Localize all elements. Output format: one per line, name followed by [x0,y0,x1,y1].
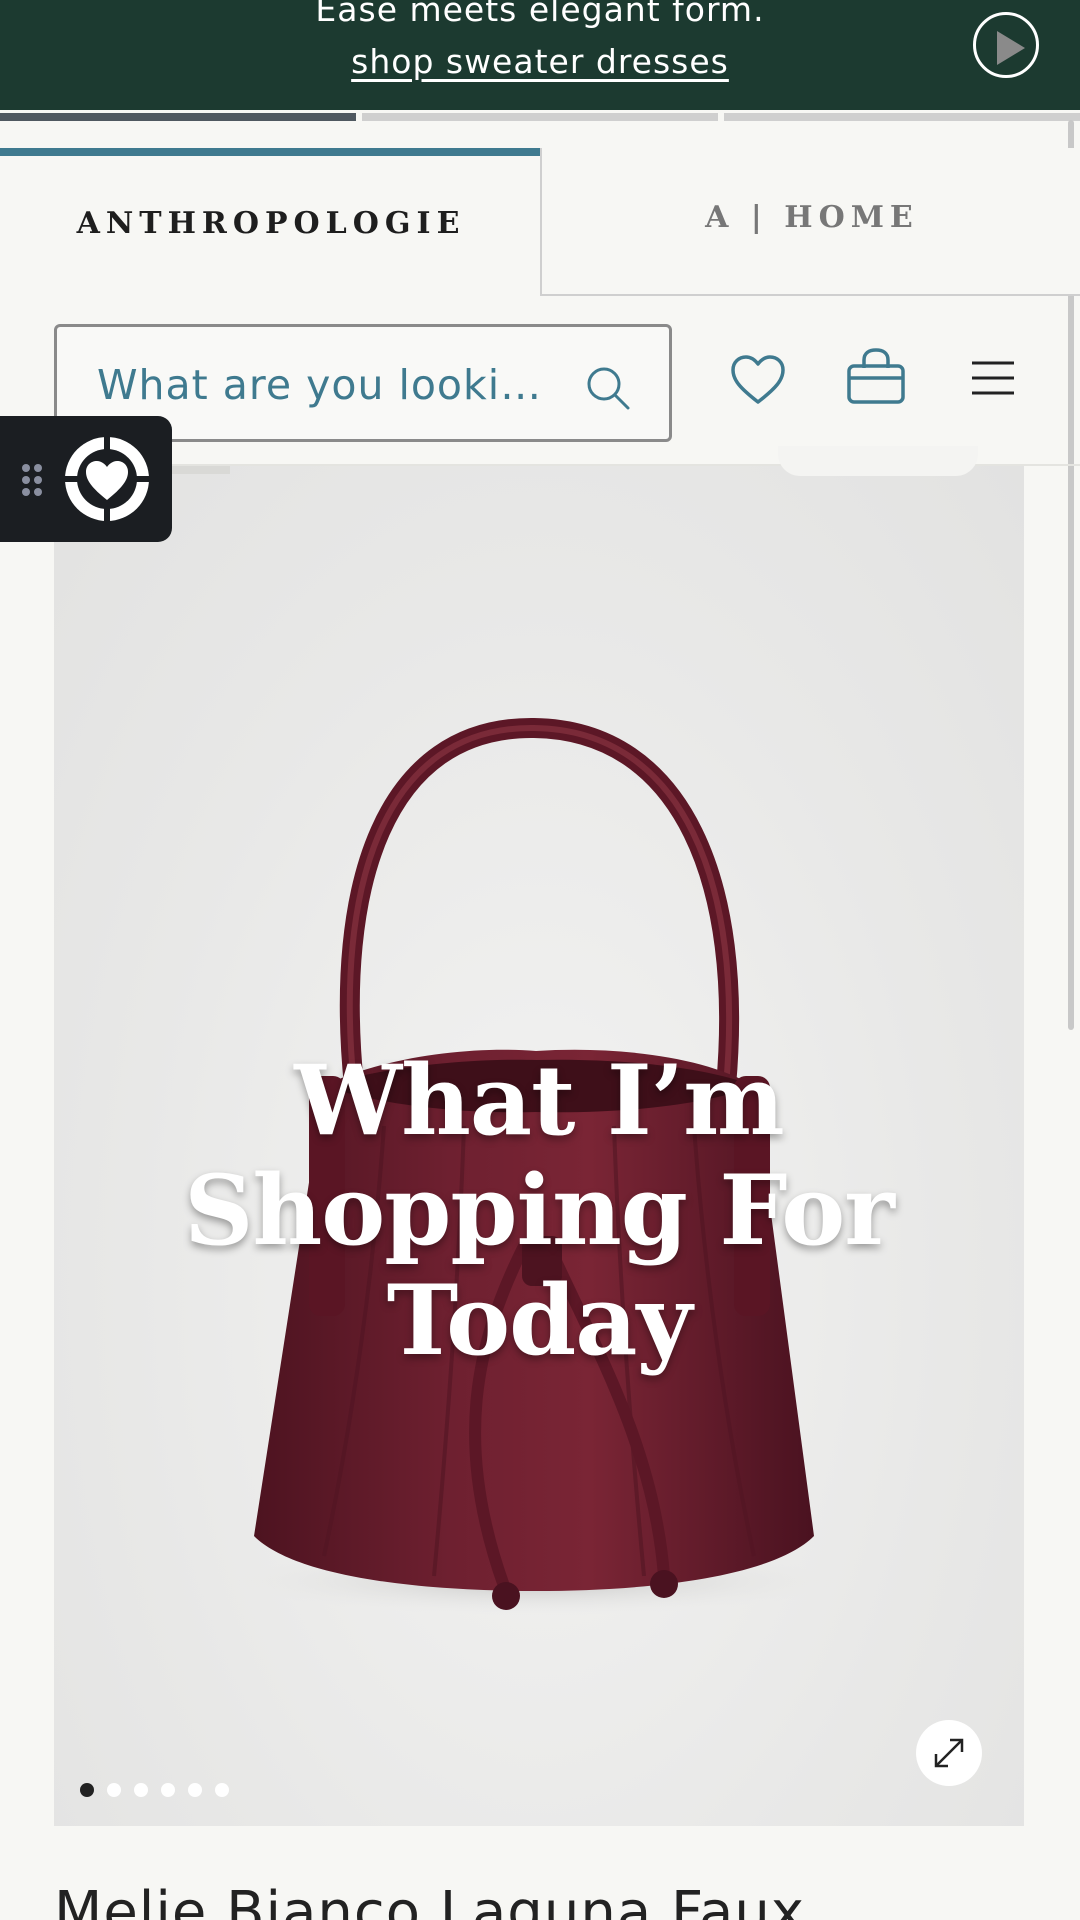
tab-anthropologie[interactable]: ANTHROPOLOGIE [0,148,542,296]
search-icon[interactable] [585,365,631,411]
progress-segment [362,113,718,121]
carousel-dot[interactable] [107,1783,121,1797]
expand-icon [934,1738,964,1768]
hamburger-menu-icon[interactable] [970,360,1016,396]
progress-segment [0,113,356,121]
product-image-carousel[interactable]: What I’m Shopping For Today [54,466,1024,1826]
promo-link[interactable]: shop sweater dresses [0,42,1080,82]
carousel-dot[interactable] [161,1783,175,1797]
carousel-dot[interactable] [80,1783,94,1797]
expand-button[interactable] [916,1720,982,1786]
play-icon [997,31,1025,65]
progress-segment [724,113,1080,121]
heart-badge-icon [64,436,150,522]
promo-headline: Ease meets elegant form. [315,0,765,29]
story-progress [0,113,1080,121]
floating-widget[interactable] [0,416,172,542]
carousel-dot[interactable] [134,1783,148,1797]
brand-tabs: ANTHROPOLOGIE A | HOME [0,148,1080,296]
play-button[interactable] [973,12,1039,78]
tab-anthropologie-label: ANTHROPOLOGIE [76,206,466,241]
promo-banner: Ease meets elegant form. shop sweater dr… [0,0,1080,110]
product-title: Melie Bianco Laguna Faux [54,1880,805,1920]
overlay-title: What I’m Shopping For Today [184,1044,895,1377]
drag-handle-icon[interactable] [20,462,46,498]
search-placeholder: What are you looking for? [97,361,567,409]
carousel-dot[interactable] [215,1783,229,1797]
carousel-dot[interactable] [188,1783,202,1797]
badge-chip [778,446,978,476]
heart-icon[interactable] [730,354,786,406]
product-page: Ease meets elegant form. shop sweater dr… [0,0,1080,1920]
tab-a-home-label: A | HOME [705,200,919,235]
shopping-bag-icon[interactable] [846,348,906,406]
tab-a-home[interactable]: A | HOME [540,148,1080,296]
